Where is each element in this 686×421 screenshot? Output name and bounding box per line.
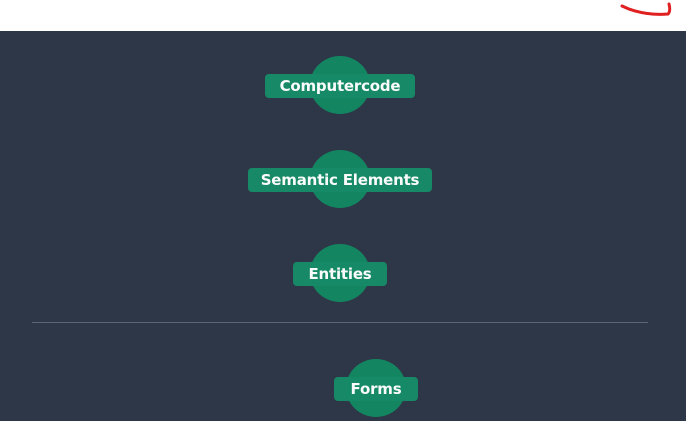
page: Computercode Semantic Elements Entities … [0,0,686,421]
node-label[interactable]: Semantic Elements [248,168,432,192]
topic-node-computercode[interactable]: Computercode [265,56,415,124]
node-label[interactable]: Computercode [265,74,415,98]
topic-node-semantic-elements[interactable]: Semantic Elements [248,150,432,218]
topic-graph-panel: Computercode Semantic Elements Entities … [0,31,686,421]
top-white-strip [0,0,686,31]
node-label[interactable]: Entities [293,262,387,286]
node-label[interactable]: Forms [334,377,418,401]
section-divider [32,322,648,323]
topic-node-entities[interactable]: Entities [293,244,387,312]
topic-node-forms[interactable]: Forms [334,359,418,421]
red-annotation-mark [620,2,672,16]
